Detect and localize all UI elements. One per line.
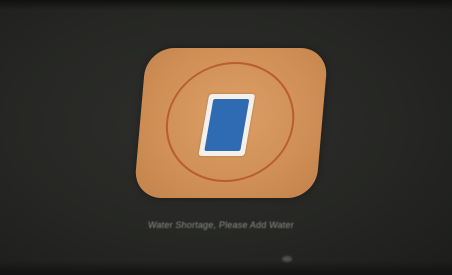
bezel-shadow-top	[0, 0, 452, 10]
water-shortage-alert-card	[133, 48, 329, 198]
display-screen: Water Shortage, Please Add Water	[0, 0, 452, 275]
water-level-fill	[204, 99, 250, 151]
bezel-shadow-bottom	[0, 261, 452, 275]
alert-message: Water Shortage, Please Add Water	[147, 220, 295, 230]
